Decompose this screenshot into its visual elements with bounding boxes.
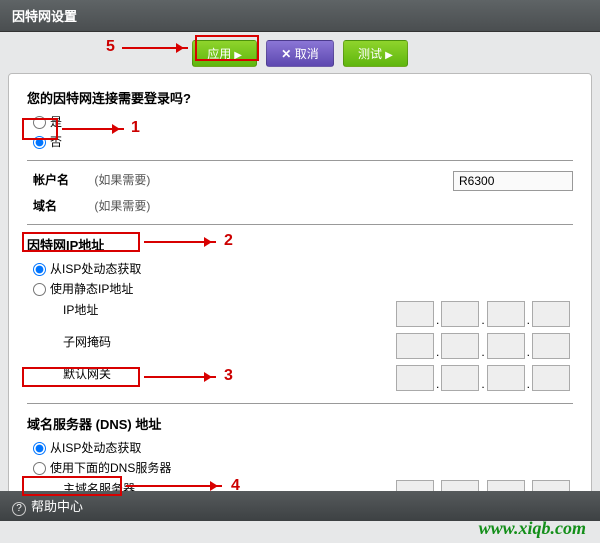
divider xyxy=(27,160,573,161)
help-icon: ? xyxy=(12,502,26,516)
ip-dynamic-option[interactable]: 从ISP处动态获取 xyxy=(33,260,141,277)
login-question: 您的因特网连接需要登录吗? xyxy=(27,88,573,107)
account-label: 帐户名 xyxy=(33,171,91,188)
window-title: 因特网设置 xyxy=(0,0,600,32)
account-input[interactable] xyxy=(453,171,573,191)
ip-address-label: IP地址 xyxy=(63,301,203,318)
ip-octet[interactable] xyxy=(396,301,434,327)
dns-section-title: 域名服务器 (DNS) 地址 xyxy=(27,414,573,433)
domain-hint: (如果需要) xyxy=(94,199,150,213)
subnet-label: 子网掩码 xyxy=(63,333,203,350)
help-footer[interactable]: ?帮助中心 xyxy=(0,491,600,521)
watermark: www.xiqb.com xyxy=(479,518,586,539)
test-button[interactable]: 测试▶ xyxy=(343,40,408,67)
ip-static-option[interactable]: 使用静态IP地址 xyxy=(33,280,133,297)
gateway-label: 默认网关 xyxy=(63,365,203,382)
toolbar: 应用▶ ✕ 取消 测试▶ xyxy=(0,32,600,73)
apply-button[interactable]: 应用▶ xyxy=(192,40,257,67)
dns-dynamic-option[interactable]: 从ISP处动态获取 xyxy=(33,439,141,456)
login-no-option[interactable]: 否 xyxy=(33,133,62,150)
ip-section-title: 因特网IP地址 xyxy=(27,235,573,254)
dns-custom-option[interactable]: 使用下面的DNS服务器 xyxy=(33,459,171,476)
router-settings-window: 因特网设置 应用▶ ✕ 取消 测试▶ 您的因特网连接需要登录吗? 是 否 帐户名… xyxy=(0,0,600,543)
cancel-button[interactable]: ✕ 取消 xyxy=(266,40,333,67)
settings-panel: 您的因特网连接需要登录吗? 是 否 帐户名 (如果需要) 域名 (如果需要) 因… xyxy=(8,73,592,518)
domain-label: 域名 xyxy=(33,197,91,214)
login-yes-option[interactable]: 是 xyxy=(33,113,62,130)
account-hint: (如果需要) xyxy=(94,173,150,187)
